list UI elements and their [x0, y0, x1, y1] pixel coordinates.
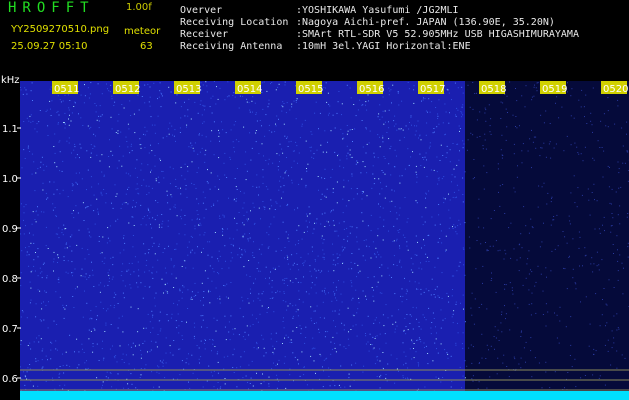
y-tick-label: 0.8: [2, 274, 18, 285]
y-tick-label: 0.7: [2, 324, 18, 335]
location-value: :Nagoya Aichi-pref. JAPAN (136.90E, 35.2…: [296, 17, 555, 28]
time-label: 0516: [359, 84, 384, 95]
spectrogram-inactive-area: [465, 81, 629, 400]
time-label: 0511: [54, 84, 79, 95]
time-label: 0515: [298, 84, 323, 95]
meteor-label: meteor: [124, 26, 161, 37]
time-label: 0517: [420, 84, 445, 95]
meteor-count: 63: [140, 41, 153, 52]
spectrogram-active-area: [20, 81, 465, 400]
y-tick-label: 0.6: [2, 374, 18, 385]
y-tick-label: 1.1: [2, 124, 18, 135]
antenna-label: Receiving Antenna: [180, 41, 283, 52]
receiver-value: :SMArt RTL-SDR V5 52.905MHz USB HIGASHIM…: [296, 29, 579, 40]
time-label: 0514: [237, 84, 262, 95]
datetime-label: 25.09.27 05:10: [11, 41, 88, 52]
y-unit-label: kHz: [1, 75, 20, 86]
time-label: 0513: [176, 84, 201, 95]
baseline-band: [20, 391, 629, 400]
spectrogram: 1.1 1.0 0.9 0.8 0.7 0.6 0511 0512 0513 0514 0515 0…: [1, 75, 629, 400]
location-label: Receiving Location: [180, 17, 289, 28]
antenna-value: :10mH 3el.YAGI Horizontal:ENE: [296, 41, 471, 52]
receiver-label: Receiver: [180, 29, 229, 40]
version-label: 1.00f: [126, 2, 152, 13]
observer-value: :YOSHIKAWA Yasufumi /JG2MLI: [296, 5, 459, 16]
time-label: 0512: [115, 84, 140, 95]
time-label: 0519: [542, 84, 567, 95]
y-tick-label: 1.0: [2, 174, 18, 185]
y-tick-label: 0.9: [2, 224, 18, 235]
time-label: 0518: [481, 84, 506, 95]
filename-label: YY2509270510.png: [11, 24, 110, 35]
observer-label: Overver: [180, 5, 223, 16]
app-title: HROFFT: [8, 0, 95, 16]
time-label: 0520: [603, 84, 628, 95]
